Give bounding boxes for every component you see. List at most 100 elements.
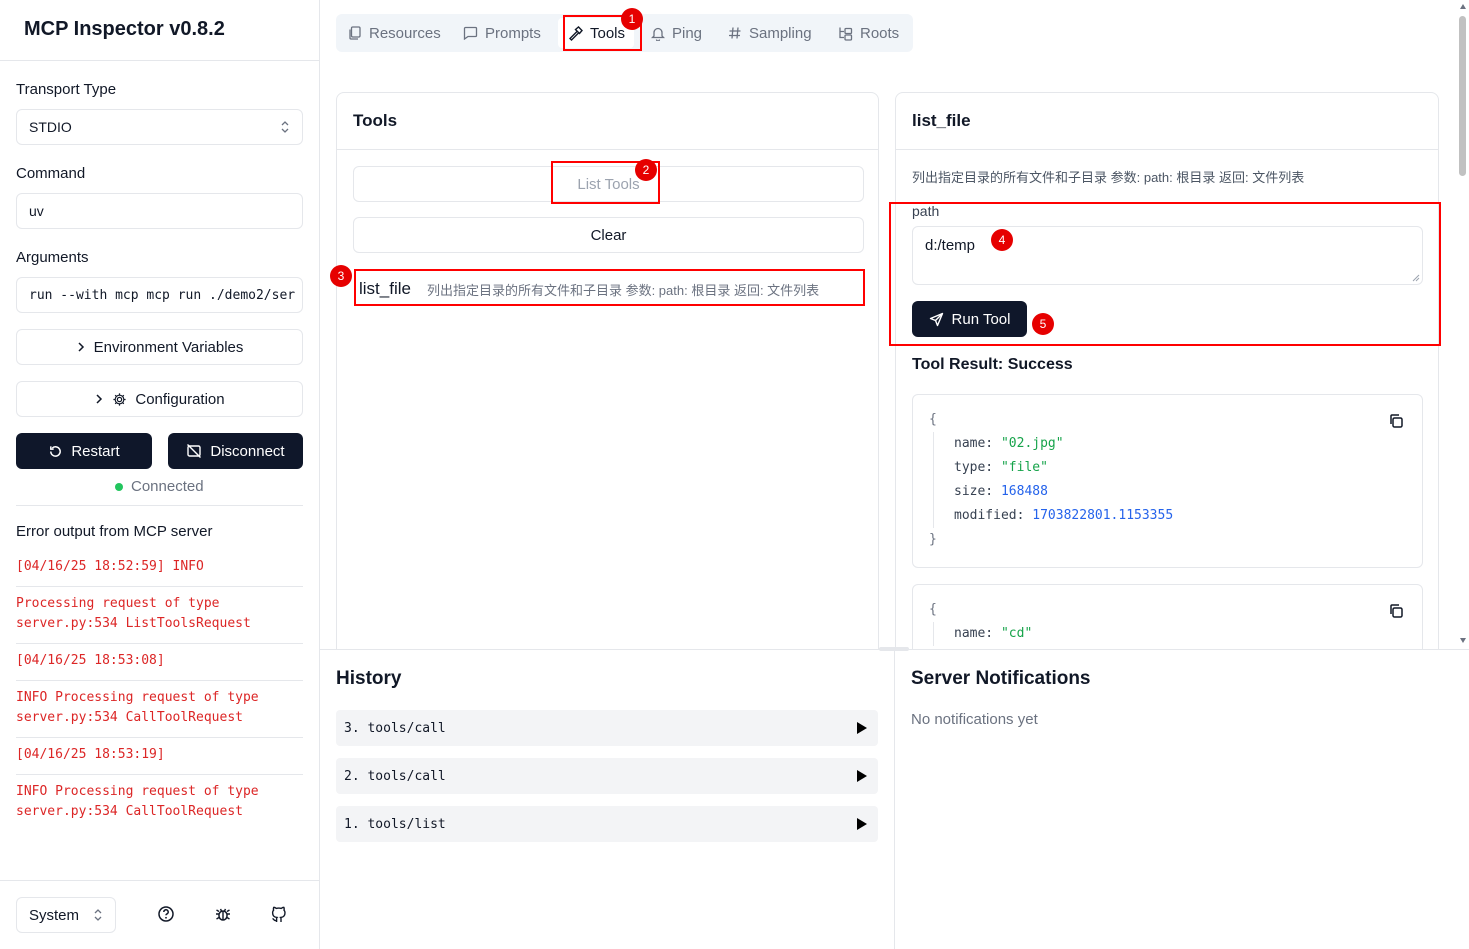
tab-label: Resources: [369, 24, 441, 42]
command-label: Command: [16, 165, 86, 182]
play-icon: [857, 722, 867, 734]
json-brace: }: [929, 532, 937, 547]
command-input[interactable]: uv: [16, 193, 303, 229]
gear-icon: [113, 392, 126, 406]
tab-roots[interactable]: Roots: [838, 18, 899, 48]
tab-resources[interactable]: Resources: [348, 18, 441, 48]
github-button[interactable]: [270, 905, 288, 923]
arguments-value: run --with mcp mcp run ./demo2/ser: [29, 287, 296, 303]
json-brace: {: [929, 602, 937, 617]
tool-detail-title: list_file: [912, 111, 971, 130]
annotation-badge: 5: [1032, 313, 1054, 335]
divider: [337, 149, 878, 150]
annotation-badge: 3: [330, 265, 352, 287]
sidebar: MCP Inspector v0.8.2 Transport Type STDI…: [0, 0, 320, 949]
divider: [16, 643, 303, 644]
divider: [16, 737, 303, 738]
annotation-box: [889, 202, 1441, 346]
tab-prompts[interactable]: Prompts: [463, 18, 541, 48]
bug-report-button[interactable]: [214, 905, 232, 923]
json-value: 1703822801.1153355: [1032, 508, 1174, 523]
error-line: [04/16/25 18:53:08]: [16, 653, 165, 668]
status-dot: [115, 482, 123, 491]
json-row: type: "file": [954, 456, 1406, 480]
connection-status: Connected: [115, 478, 204, 495]
divider: [16, 774, 303, 775]
annotation-box: [354, 269, 865, 306]
play-icon: [857, 818, 867, 830]
history-item-label: 1. tools/list: [344, 816, 446, 832]
json-brace: {: [929, 412, 937, 427]
scrollbar[interactable]: [1456, 0, 1469, 649]
error-line: INFO Processing request of type server.p…: [16, 690, 259, 725]
json-value: "file": [1000, 460, 1048, 475]
tool-result-block: { name: "02.jpg" type: "file" size: 1684…: [912, 394, 1423, 568]
error-line: INFO Processing request of type server.p…: [16, 784, 259, 819]
scrollbar-thumb[interactable]: [1459, 16, 1466, 176]
status-text: Connected: [131, 478, 204, 495]
restart-label: Restart: [71, 442, 120, 460]
configuration-label: Configuration: [135, 390, 225, 408]
command-value: uv: [29, 203, 44, 219]
environment-variables-label: Environment Variables: [93, 338, 244, 356]
clear-label: Clear: [590, 226, 627, 244]
json-key: size:: [954, 484, 994, 499]
copy-icon[interactable]: [1388, 413, 1404, 429]
tab-ping[interactable]: Ping: [651, 18, 702, 48]
json-key: name:: [954, 436, 994, 451]
json-key: name:: [954, 626, 994, 641]
tab-label: Prompts: [485, 24, 541, 42]
theme-select[interactable]: System: [16, 897, 116, 933]
json-row: modified: 1703822801.1153355: [954, 504, 1406, 528]
scroll-up-icon[interactable]: [1460, 4, 1466, 9]
help-circle-icon: [158, 906, 174, 922]
chevron-right-icon: [78, 342, 84, 352]
json-row: size: 168488: [954, 480, 1406, 504]
divider: [16, 586, 303, 587]
json-row: name: "cd": [954, 622, 1406, 646]
tab-sampling[interactable]: Sampling: [728, 18, 812, 48]
chevrons-up-down-icon: [281, 121, 289, 133]
error-line: [04/16/25 18:52:59] INFO: [16, 559, 204, 574]
tool-detail-panel: list_file 列出指定目录的所有文件和子目录 参数: path: 根目录 …: [895, 92, 1439, 672]
scroll-down-icon[interactable]: [1460, 638, 1466, 643]
history-item[interactable]: 1. tools/list: [336, 806, 878, 842]
configuration-button[interactable]: Configuration: [16, 381, 303, 417]
arguments-label: Arguments: [16, 249, 89, 266]
unplug-icon: [187, 444, 202, 458]
tab-label: Ping: [672, 24, 703, 42]
divider: [16, 505, 303, 506]
history-item[interactable]: 3. tools/call: [336, 710, 878, 746]
folder-tree-icon: [839, 27, 853, 41]
help-button[interactable]: [157, 905, 175, 923]
message-icon: [463, 26, 478, 40]
play-icon: [857, 770, 867, 782]
notifications-title: Server Notifications: [911, 668, 1091, 689]
json-value: "02.jpg": [1000, 436, 1064, 451]
tool-result-title: Tool Result: Success: [912, 356, 1073, 373]
bell-icon: [651, 27, 665, 41]
copy-icon[interactable]: [1388, 603, 1404, 619]
history-title: History: [336, 668, 402, 689]
environment-variables-button[interactable]: Environment Variables: [16, 329, 303, 365]
arguments-input[interactable]: run --with mcp mcp run ./demo2/ser: [16, 277, 303, 313]
rotate-ccw-icon: [50, 445, 62, 457]
json-key: type:: [954, 460, 994, 475]
divider: [16, 680, 303, 681]
annotation-badge: 4: [991, 229, 1013, 251]
chevron-right-icon: [96, 394, 103, 404]
disconnect-button[interactable]: Disconnect: [168, 433, 303, 469]
tool-detail-description: 列出指定目录的所有文件和子目录 参数: path: 根目录 返回: 文件列表: [912, 170, 1305, 185]
restart-button[interactable]: Restart: [16, 433, 152, 469]
error-output-title: Error output from MCP server: [16, 523, 213, 540]
transport-type-select[interactable]: STDIO: [16, 109, 303, 145]
theme-value: System: [29, 906, 80, 924]
files-icon: [349, 26, 361, 40]
history-item[interactable]: 2. tools/call: [336, 758, 878, 794]
json-value: 168488: [1000, 484, 1048, 499]
history-item-label: 3. tools/call: [344, 720, 446, 736]
bug-icon: [216, 908, 230, 921]
clear-button[interactable]: Clear: [353, 217, 864, 253]
github-icon: [271, 906, 286, 922]
json-row: name: "02.jpg": [954, 432, 1406, 456]
